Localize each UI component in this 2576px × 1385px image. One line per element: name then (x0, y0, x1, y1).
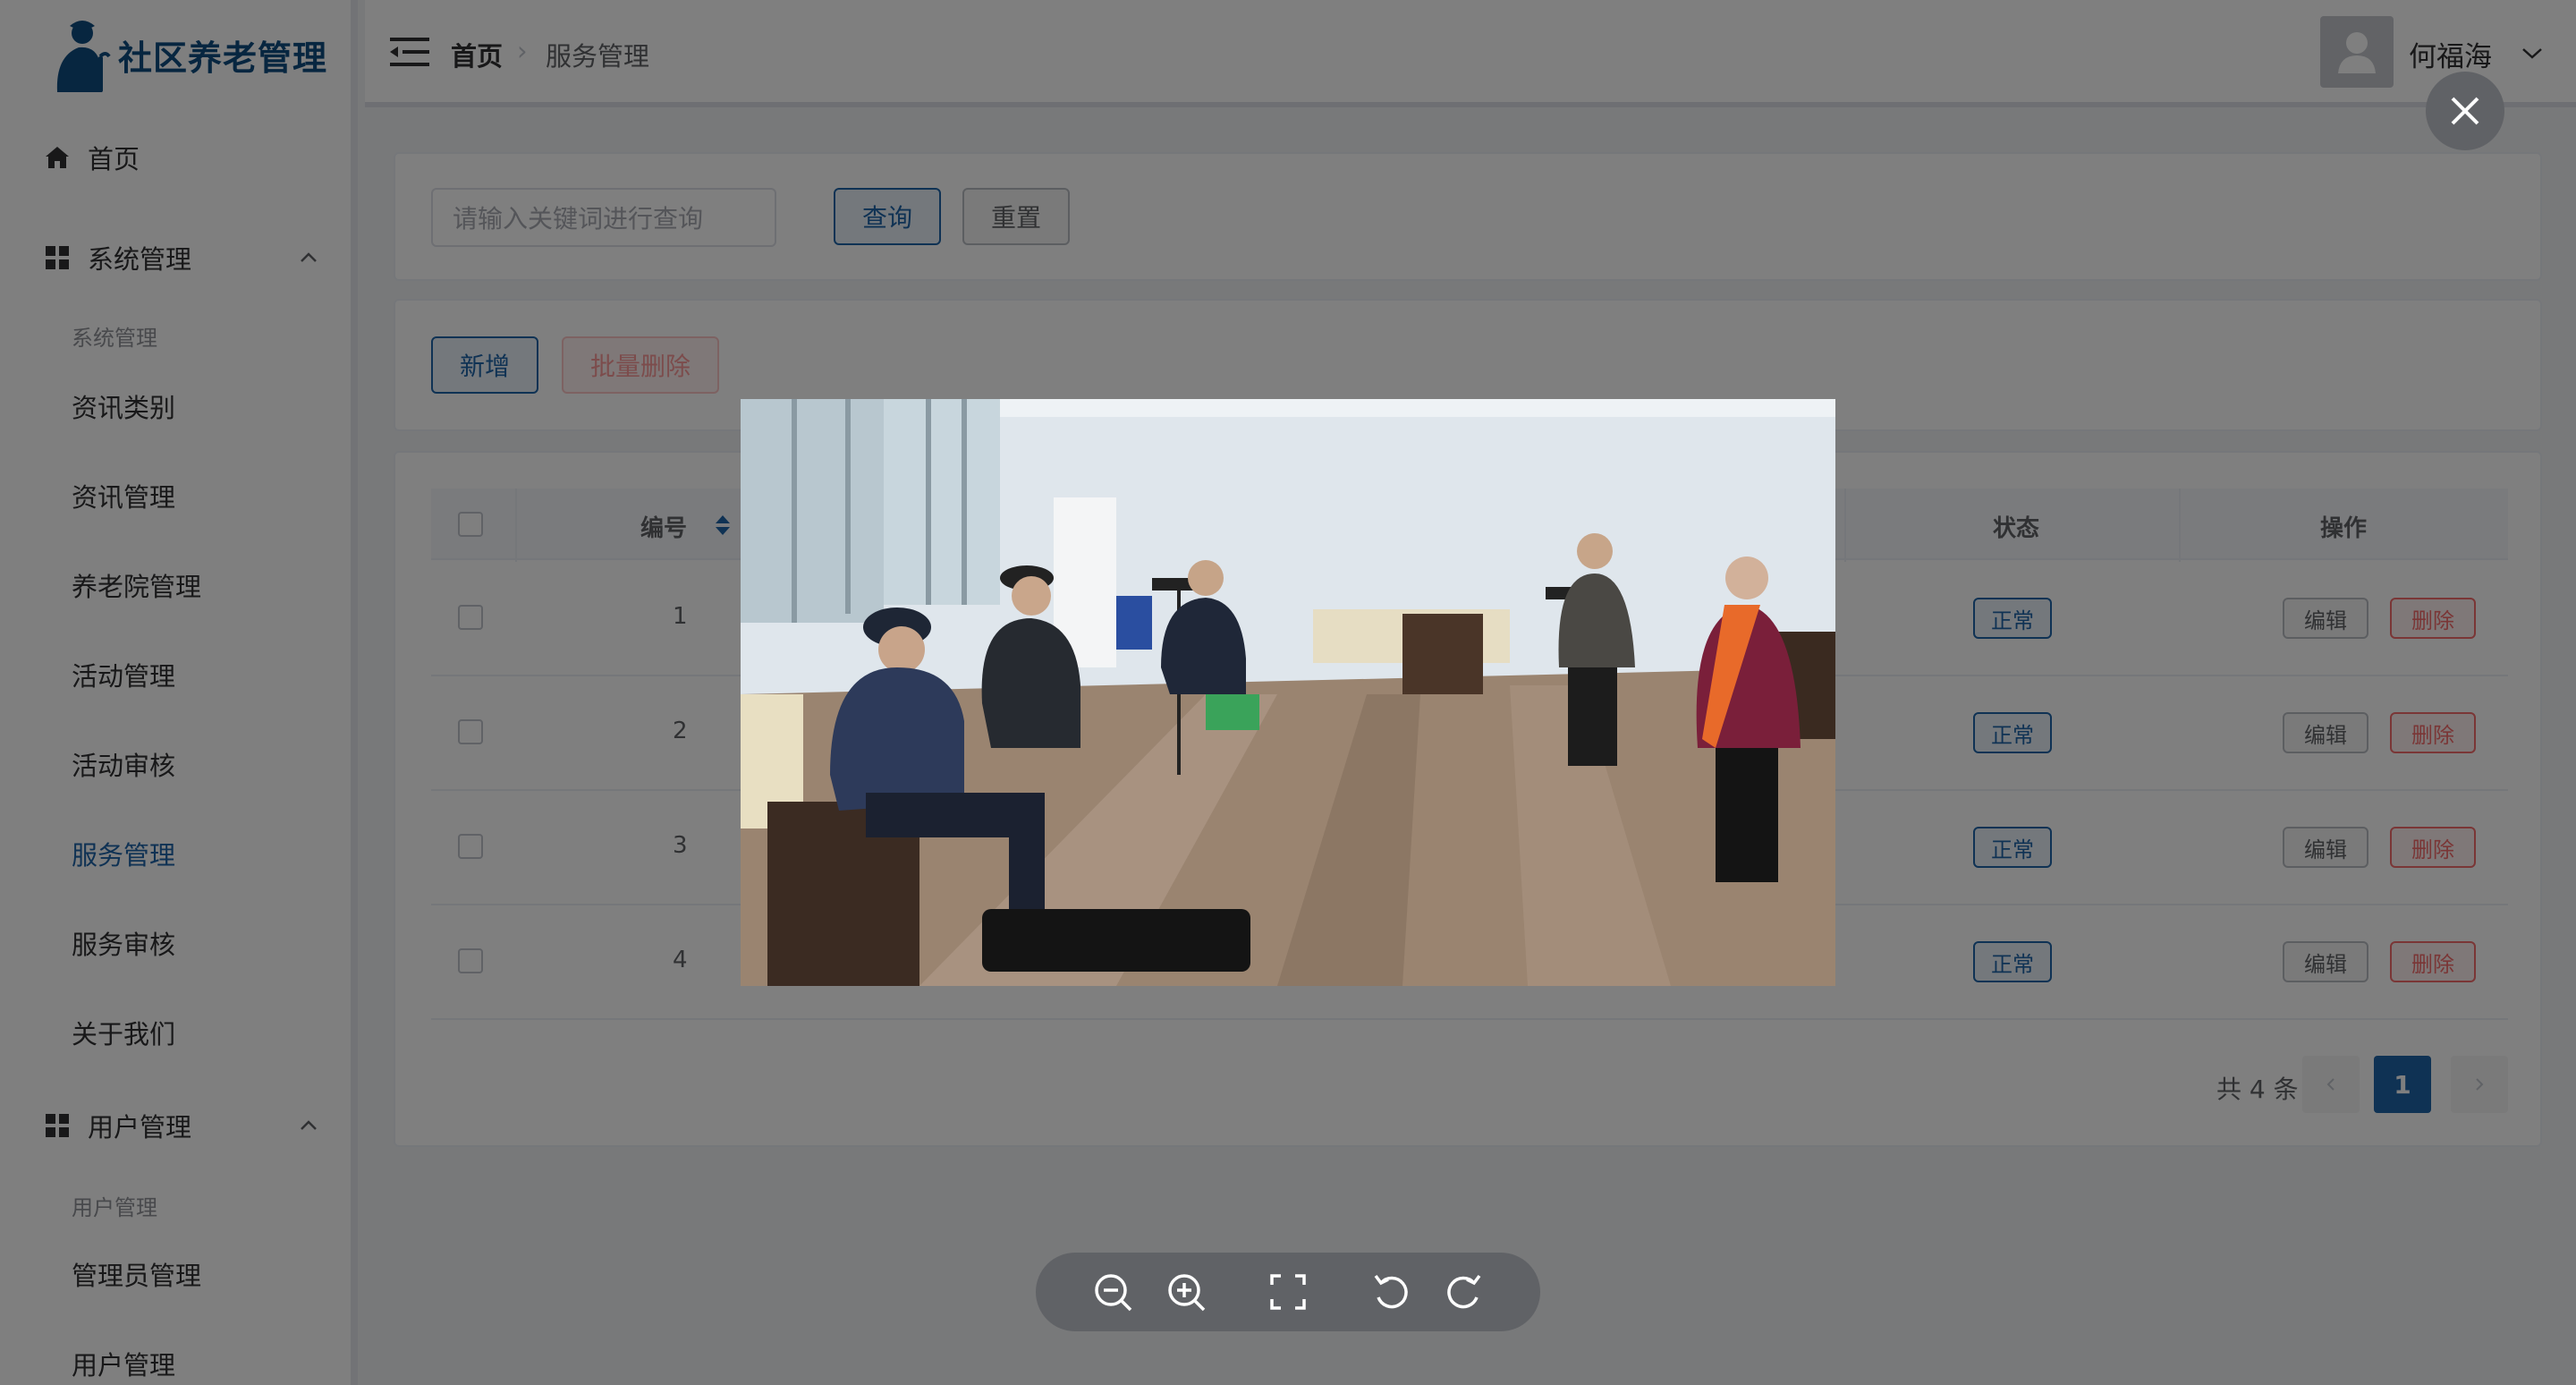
zoom-in-icon[interactable] (1165, 1270, 1208, 1313)
rotate-right-icon[interactable] (1442, 1270, 1485, 1313)
viewer-toolbar (1036, 1253, 1540, 1331)
rotate-left-icon[interactable] (1370, 1270, 1413, 1313)
preview-image[interactable] (741, 399, 1835, 986)
zoom-out-icon[interactable] (1091, 1270, 1134, 1313)
fullscreen-icon[interactable] (1267, 1270, 1309, 1313)
viewer-close-button[interactable] (2426, 72, 2504, 150)
close-icon (2451, 97, 2479, 125)
photo-elderly-music-room (741, 399, 1835, 986)
